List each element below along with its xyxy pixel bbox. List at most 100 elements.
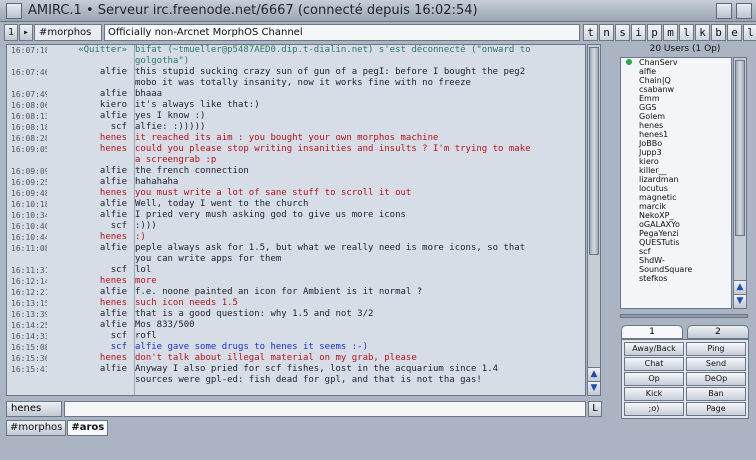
user-list-item[interactable]: killer__: [621, 166, 731, 175]
message-nick[interactable]: scf: [47, 221, 127, 232]
message-nick[interactable]: scf: [47, 331, 127, 342]
user-list-item[interactable]: stefkos: [621, 274, 731, 283]
panel-divider[interactable]: [620, 314, 748, 318]
message-nick[interactable]: alfie: [47, 166, 127, 177]
message-nick[interactable]: alfie: [47, 243, 127, 254]
user-list-item[interactable]: henes: [621, 121, 731, 130]
user-list-item[interactable]: QUESTutis: [621, 238, 731, 247]
message-nick[interactable]: alfie: [47, 364, 127, 375]
message-nick[interactable]: henes: [47, 298, 127, 309]
depth-icon[interactable]: [716, 2, 732, 19]
arrow-up-icon[interactable]: ▲: [734, 280, 746, 294]
message-nick[interactable]: alfie: [47, 287, 127, 298]
toolbar-button-menu[interactable]: ▸: [19, 24, 33, 41]
user-list-item[interactable]: Jupp3: [621, 148, 731, 157]
user-list-item[interactable]: alfie: [621, 67, 731, 76]
userlist-scrollbar-thumb[interactable]: [735, 60, 745, 236]
op-button[interactable]: Op: [624, 372, 684, 386]
message-nick[interactable]: alfie: [47, 309, 127, 320]
mode-button[interactable]: l: [743, 24, 756, 41]
message-nick[interactable]: alfie: [47, 111, 127, 122]
message-nick[interactable]: scf: [47, 342, 127, 353]
user-list-item[interactable]: kiero: [621, 157, 731, 166]
user-list-item[interactable]: Emm: [621, 94, 731, 103]
mode-button[interactable]: n: [599, 24, 614, 41]
message-nick[interactable]: henes: [47, 276, 127, 287]
user-list-item[interactable]: SoundSquare: [621, 265, 731, 274]
ban-button[interactable]: Ban: [686, 387, 746, 401]
lock-button[interactable]: L: [588, 401, 602, 417]
message-nick[interactable]: alfie: [47, 89, 127, 100]
message-nick[interactable]: scf: [47, 265, 127, 276]
user-list-item[interactable]: locutus: [621, 184, 731, 193]
message-nick[interactable]: alfie: [47, 320, 127, 331]
arrow-down-icon[interactable]: ▼: [734, 294, 746, 308]
topic-field[interactable]: Officially non-Arcnet MorphOS Channel: [104, 24, 580, 41]
message-input[interactable]: [64, 401, 586, 417]
user-list-item[interactable]: scf: [621, 247, 731, 256]
page-button[interactable]: Page: [686, 402, 746, 416]
chat-log[interactable]: 16:07:18 «Quitter» bifat (~tmueller@p5487A…: [6, 44, 586, 396]
user-list-item[interactable]: ChanServ: [621, 58, 731, 67]
message-nick[interactable]: «Quitter»: [47, 45, 127, 56]
ping-button[interactable]: Ping: [686, 342, 746, 356]
message-nick[interactable]: scf: [47, 122, 127, 133]
button-tab-1[interactable]: 1: [621, 325, 683, 339]
user-list-item[interactable]: magnetic: [621, 193, 731, 202]
user-name: Chain|Q: [639, 76, 671, 85]
chat-scrollbar[interactable]: ▲ ▼: [587, 44, 601, 396]
message-nick[interactable]: henes: [47, 188, 127, 199]
chat-button[interactable]: Chat: [624, 357, 684, 371]
user-list-item[interactable]: marcik: [621, 202, 731, 211]
tab-morphos[interactable]: #morphos: [6, 420, 67, 436]
away-back-button[interactable]: Away/Back: [624, 342, 684, 356]
user-list-item[interactable]: GGS: [621, 103, 731, 112]
message-row: 16:10:18 alfie Well, today I went to the c…: [7, 199, 585, 210]
user-list-item[interactable]: Chain|Q: [621, 76, 731, 85]
arrow-down-icon[interactable]: ▼: [588, 381, 600, 395]
user-list-item[interactable]: JoBBo: [621, 139, 731, 148]
mode-button[interactable]: b: [711, 24, 726, 41]
message-nick[interactable]: henes: [47, 144, 127, 155]
tab-aros[interactable]: #aros: [67, 420, 109, 436]
mode-button[interactable]: e: [727, 24, 742, 41]
user-list-item[interactable]: NekoXP_: [621, 211, 731, 220]
arrow-up-icon[interactable]: ▲: [588, 367, 600, 381]
message-nick[interactable]: alfie: [47, 67, 127, 78]
toolbar-button-1[interactable]: 1: [4, 24, 18, 41]
message-nick[interactable]: kiero: [47, 100, 127, 111]
nick-button[interactable]: henes: [6, 401, 62, 417]
mode-button[interactable]: k: [695, 24, 710, 41]
button-tab-2[interactable]: 2: [687, 325, 749, 339]
close-icon[interactable]: [6, 2, 22, 19]
user-list-item[interactable]: csabanw: [621, 85, 731, 94]
message-nick[interactable]: alfie: [47, 177, 127, 188]
zoom-icon[interactable]: [736, 2, 752, 19]
kick-button[interactable]: Kick: [624, 387, 684, 401]
message-nick[interactable]: alfie: [47, 199, 127, 210]
user-list-item[interactable]: oGALAXYo: [621, 220, 731, 229]
send-button[interactable]: Send: [686, 357, 746, 371]
chat-scrollbar-thumb[interactable]: [589, 47, 599, 255]
userlist-scrollbar[interactable]: ▲ ▼: [733, 57, 747, 309]
message-nick[interactable]: henes: [47, 133, 127, 144]
message-nick[interactable]: henes: [47, 353, 127, 364]
user-list-item[interactable]: PegaYenzi: [621, 229, 731, 238]
message-nick[interactable]: alfie: [47, 210, 127, 221]
message-nick[interactable]: henes: [47, 232, 127, 243]
mode-button[interactable]: t: [583, 24, 598, 41]
mode-button[interactable]: m: [663, 24, 678, 41]
user-list-item[interactable]: lizardman: [621, 175, 731, 184]
deop-button[interactable]: DeOp: [686, 372, 746, 386]
mode-button[interactable]: p: [647, 24, 662, 41]
smiley-button[interactable]: ;o): [624, 402, 684, 416]
user-list-item[interactable]: Golem: [621, 112, 731, 121]
user-list-item[interactable]: ShdW-: [621, 256, 731, 265]
mode-button[interactable]: l: [679, 24, 694, 41]
mode-button[interactable]: s: [615, 24, 630, 41]
mode-button[interactable]: i: [631, 24, 646, 41]
window-titlebar[interactable]: AMIRC.1 • Serveur irc.freenode.net/6667 …: [0, 0, 756, 22]
user-list-item[interactable]: henes1: [621, 130, 731, 139]
message-timestamp: 16:15:41: [11, 365, 47, 374]
user-list[interactable]: ChanServ alfie Chain|Q csabanw Emm GGS Golem he…: [620, 57, 732, 309]
